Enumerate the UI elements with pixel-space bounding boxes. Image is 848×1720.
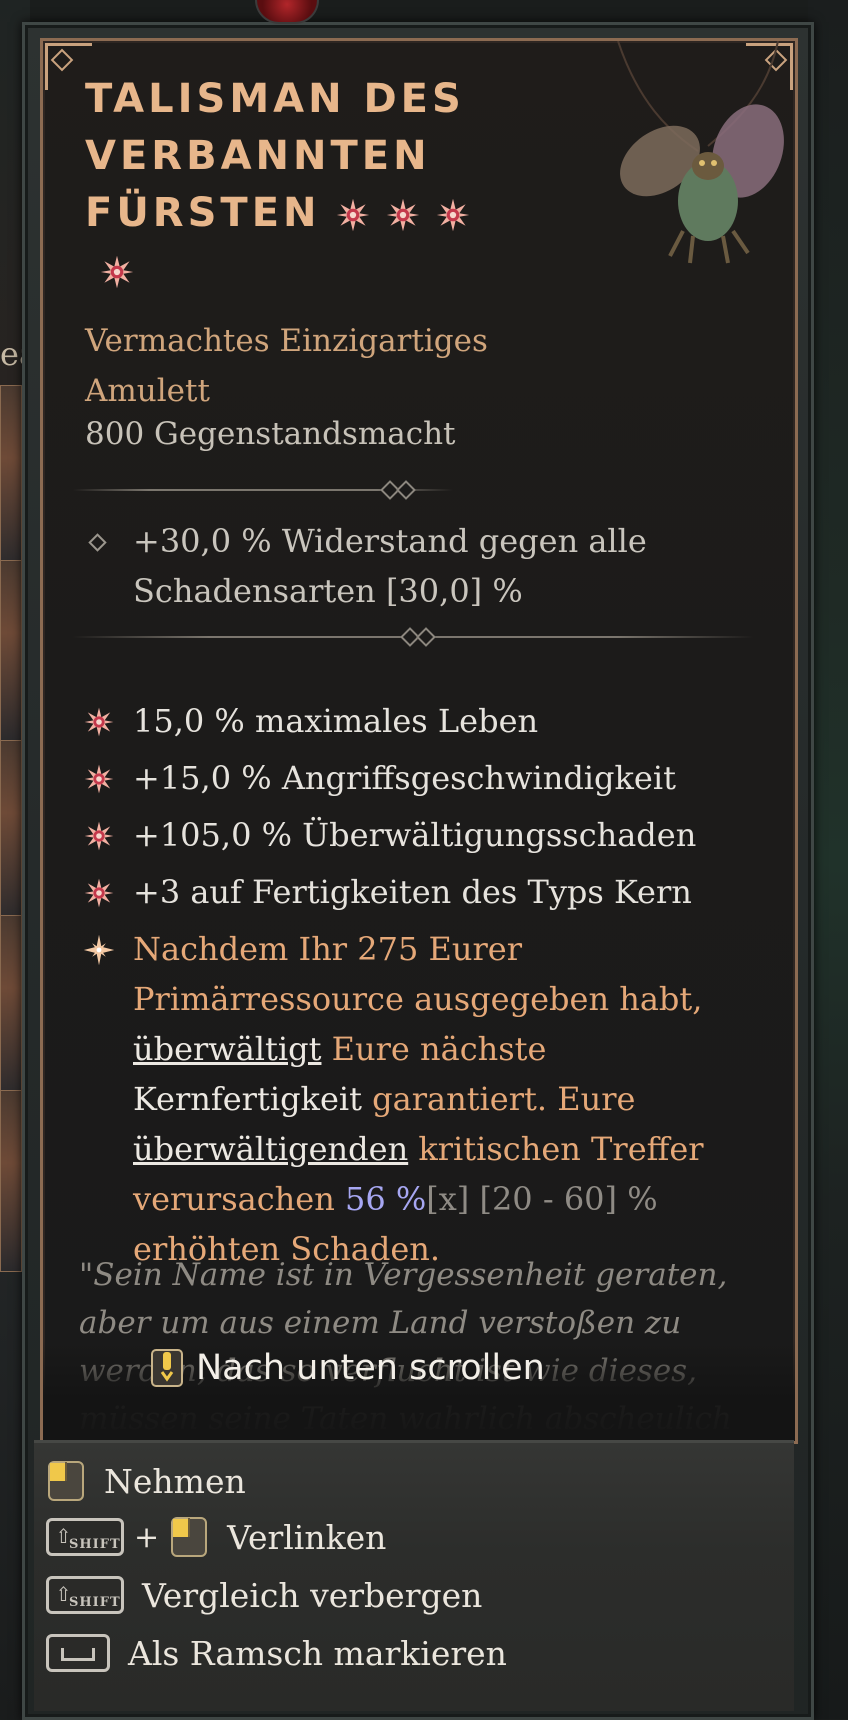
inventory-slot [0, 385, 22, 567]
item-type: Vermachtes Einzigartiges Amulett [85, 316, 685, 416]
item-tooltip: Talisman des verbannten Fürsten Vermacht… [40, 38, 798, 1444]
item-title-line: verbannten [85, 133, 431, 179]
shift-key-label: SHIFT [69, 1595, 121, 1610]
unique-power: Nachdem Ihr 275 Eurer Primärressource au… [83, 924, 763, 1274]
frame-gem-ornament [255, 0, 319, 24]
inventory-slot [0, 1090, 22, 1272]
implicit-line: +30,0 % Widerstand gegen alle [133, 522, 647, 560]
unique-value: 56 % [344, 1180, 427, 1218]
affix-text: 15,0 % maximales Leben [133, 702, 539, 740]
scroll-down-hint[interactable]: Nach unten scrollen [150, 1348, 630, 1388]
overpowering-keyword-link[interactable]: überwältigenden [133, 1130, 408, 1168]
mark-junk-action[interactable]: Als Ramsch markieren [46, 1627, 507, 1679]
inventory-slot [0, 915, 22, 1097]
unique-text: Nachdem Ihr 275 Eurer Primärressource au… [133, 930, 703, 1018]
space-key-icon [46, 1634, 110, 1672]
section-divider [73, 627, 753, 647]
divider-diamond-icon [416, 627, 436, 647]
item-type-line: Amulett [85, 373, 210, 409]
rank-star-icon [100, 255, 134, 289]
mouse-left-icon [48, 1461, 84, 1501]
affix-line: +105,0 % Überwältigungsschaden [83, 810, 763, 867]
mouse-left-icon [171, 1517, 208, 1557]
divider-diamond-icon [396, 480, 416, 500]
action-bar: Nehmen ⇧ SHIFT + Verlinken ⇧ SHIFT Verglei… [34, 1440, 794, 1711]
plus-sign: + [134, 1519, 160, 1555]
unique-text: Eure nächste [321, 1030, 547, 1068]
rank-star-icon [336, 198, 369, 232]
item-title: Talisman des verbannten Fürsten [85, 71, 605, 299]
background-right-panel [808, 0, 848, 1719]
affix-text: +15,0 % Angriffsgeschwindigkeit [133, 759, 676, 797]
implicit-affix: +30,0 % Widerstand gegen alle Schadensar… [83, 516, 743, 616]
mouse-scroll-icon [151, 1349, 183, 1387]
amulet-icon [617, 41, 784, 264]
scroll-hint-label: Nach unten scrollen [196, 1348, 545, 1388]
affix-text: +105,0 % Überwältigungsschaden [133, 816, 697, 854]
shift-key-icon: ⇧ SHIFT [46, 1518, 124, 1556]
shift-key-label: SHIFT [69, 1537, 121, 1552]
unique-keyword: Kernfertigkeit [133, 1080, 362, 1118]
affix-star-icon [84, 764, 114, 794]
inventory-slot [0, 560, 22, 742]
implicit-line: Schadensarten [30,0] % [133, 572, 523, 610]
affix-line: 15,0 % maximales Leben [83, 696, 763, 753]
unique-text: garantiert. Eure [361, 1080, 636, 1118]
take-action[interactable]: Nehmen [46, 1455, 246, 1507]
item-type-line: Vermachtes Einzigartiges [85, 323, 488, 359]
rank-star-icon [436, 198, 469, 232]
overpower-keyword-link[interactable]: überwältigt [133, 1030, 321, 1068]
affix-text: +3 auf Fertigkeiten des Typs Kern [133, 873, 692, 911]
inventory-slot [0, 740, 22, 922]
affix-list: 15,0 % maximales Leben +15,0 % Angriffsg… [83, 696, 763, 1274]
affix-star-icon [84, 707, 114, 737]
item-title-line: Talisman des [85, 76, 465, 122]
hide-compare-action[interactable]: ⇧ SHIFT Vergleich verbergen [46, 1569, 482, 1621]
affix-line: +3 auf Fertigkeiten des Typs Kern [83, 867, 763, 924]
unique-sparkle-icon [83, 934, 115, 966]
take-label: Nehmen [104, 1461, 246, 1501]
affix-line: +15,0 % Angriffsgeschwindigkeit [83, 753, 763, 810]
shift-key-icon: ⇧ SHIFT [46, 1576, 124, 1614]
affix-star-icon [84, 878, 114, 908]
item-power: 800 Gegenstandsmacht [85, 416, 456, 452]
link-label: Verlinken [227, 1517, 387, 1557]
link-action[interactable]: ⇧ SHIFT + Verlinken [46, 1511, 386, 1563]
rank-star-icon [386, 198, 419, 232]
item-title-line: Fürsten [85, 190, 321, 236]
affix-star-icon [84, 821, 114, 851]
section-divider [73, 480, 453, 500]
mark-junk-label: Als Ramsch markieren [128, 1633, 507, 1673]
unique-range: [x] [20 - 60] % [426, 1180, 658, 1218]
hide-compare-label: Vergleich verbergen [142, 1575, 483, 1615]
